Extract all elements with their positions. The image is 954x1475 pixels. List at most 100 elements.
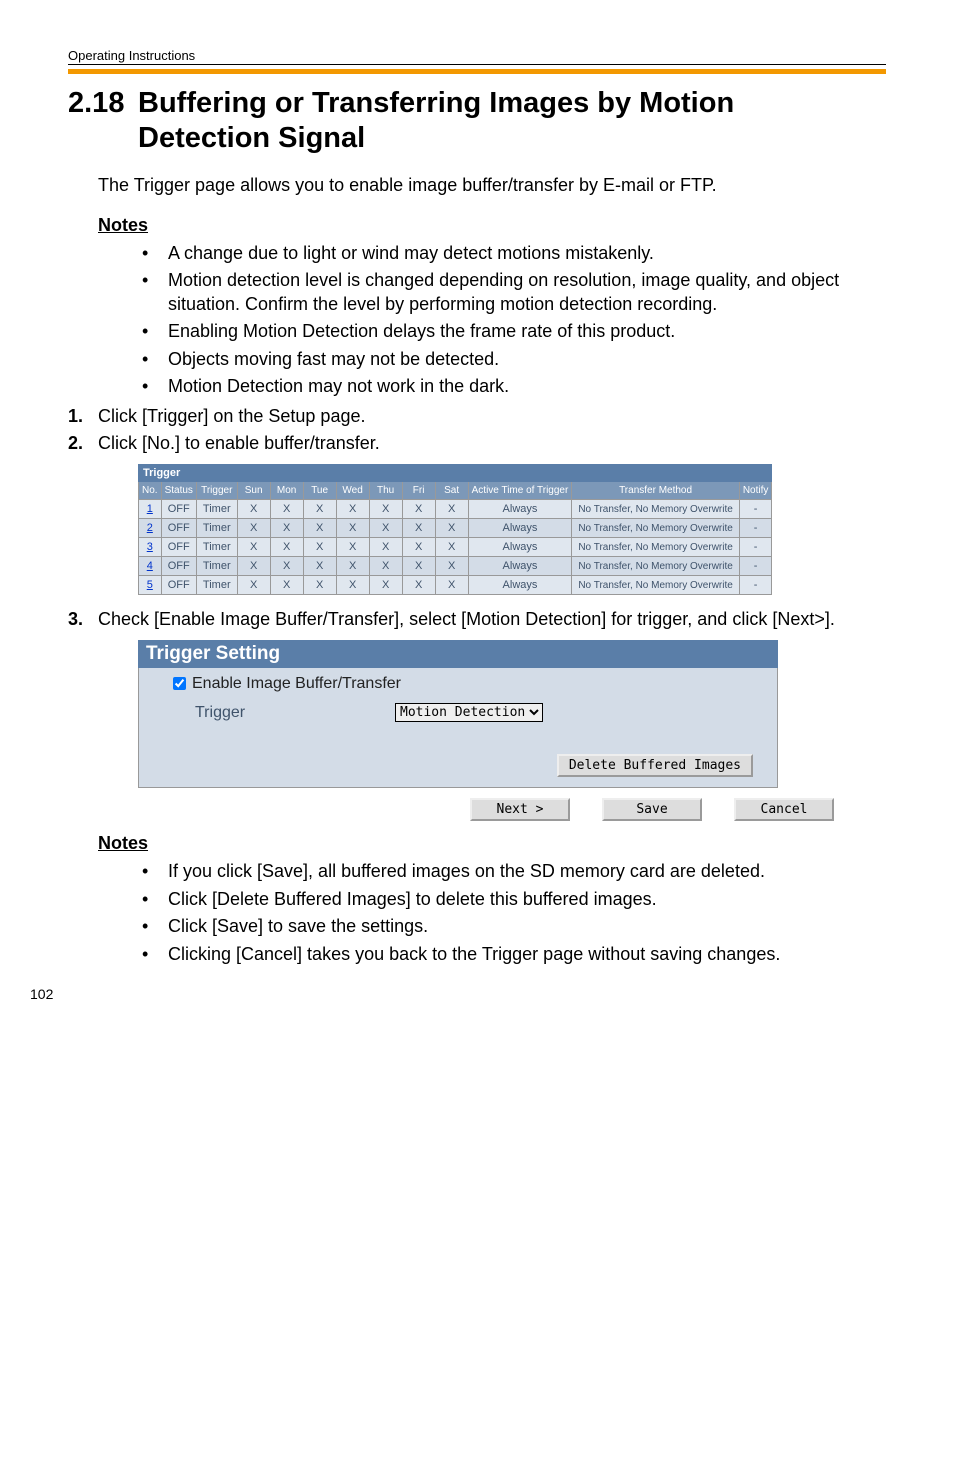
table-row: 3OFFTimerXXXXXXXAlwaysNo Transfer, No Me…: [139, 538, 772, 557]
trigger-no-link[interactable]: 4: [147, 560, 153, 572]
trigger-no-link[interactable]: 3: [147, 541, 153, 553]
step-text: Click [Trigger] on the Setup page.: [98, 406, 365, 426]
note-item: If you click [Save], all buffered images…: [168, 860, 886, 883]
cell: -: [739, 519, 772, 538]
cell: Always: [468, 576, 572, 595]
cell: X: [237, 500, 270, 519]
table-row: 1OFFTimerXXXXXXXAlwaysNo Transfer, No Me…: [139, 500, 772, 519]
note-item: Click [Save] to save the settings.: [168, 915, 886, 938]
delete-buffered-button[interactable]: Delete Buffered Images: [557, 754, 753, 777]
cell: X: [336, 538, 369, 557]
cell: OFF: [161, 519, 196, 538]
cell: X: [369, 519, 402, 538]
cell: OFF: [161, 576, 196, 595]
cell: X: [336, 557, 369, 576]
table-row: 4OFFTimerXXXXXXXAlwaysNo Transfer, No Me…: [139, 557, 772, 576]
trigger-no-link[interactable]: 1: [147, 503, 153, 515]
cell: X: [402, 576, 435, 595]
cell: X: [270, 519, 303, 538]
next-button[interactable]: Next >: [470, 798, 570, 821]
page-number: 102: [30, 986, 53, 1002]
cell: X: [402, 519, 435, 538]
cell: 5: [139, 576, 162, 595]
cell: X: [270, 557, 303, 576]
cell: No Transfer, No Memory Overwrite: [572, 519, 739, 538]
cell: X: [270, 500, 303, 519]
cell: X: [402, 500, 435, 519]
note-item: Objects moving fast may not be detected.: [168, 348, 886, 371]
cell: X: [369, 557, 402, 576]
cell: Always: [468, 557, 572, 576]
note-item: Click [Delete Buffered Images] to delete…: [168, 888, 886, 911]
panel-title: Trigger Setting: [138, 640, 778, 668]
table-row: 2OFFTimerXXXXXXXAlwaysNo Transfer, No Me…: [139, 519, 772, 538]
cell: No Transfer, No Memory Overwrite: [572, 557, 739, 576]
cell: X: [402, 538, 435, 557]
note-item: Motion Detection may not work in the dar…: [168, 375, 886, 398]
column-header: Mon: [270, 482, 303, 500]
trigger-table-screenshot: TriggerNo.StatusTriggerSunMonTueWedThuFr…: [138, 464, 886, 595]
notes-heading-1: Notes: [98, 215, 886, 236]
trigger-table-title: Trigger: [139, 465, 772, 482]
section-number: 2.18: [68, 86, 138, 121]
cell: X: [237, 557, 270, 576]
cell: X: [402, 557, 435, 576]
column-header: Fri: [402, 482, 435, 500]
trigger-label: Trigger: [195, 704, 395, 722]
note-item: Enabling Motion Detection delays the fra…: [168, 320, 886, 343]
cell: 1: [139, 500, 162, 519]
cell: Always: [468, 500, 572, 519]
cell: X: [270, 538, 303, 557]
cell: Always: [468, 538, 572, 557]
cell: X: [435, 519, 468, 538]
column-header: Thu: [369, 482, 402, 500]
step-number: 1.: [68, 406, 98, 427]
table-row: 5OFFTimerXXXXXXXAlwaysNo Transfer, No Me…: [139, 576, 772, 595]
divider: [68, 69, 886, 74]
cell: X: [237, 538, 270, 557]
notes-list-2: If you click [Save], all buffered images…: [128, 860, 886, 966]
step-2: 2.Click [No.] to enable buffer/transfer.: [68, 433, 886, 454]
step-text: Click [No.] to enable buffer/transfer.: [98, 433, 380, 453]
column-header: Wed: [336, 482, 369, 500]
cell: X: [270, 576, 303, 595]
cell: Timer: [196, 557, 237, 576]
cell: X: [369, 538, 402, 557]
step-3: 3.Check [Enable Image Buffer/Transfer], …: [68, 609, 886, 630]
column-header: Tue: [303, 482, 336, 500]
step-text: Check [Enable Image Buffer/Transfer], se…: [98, 609, 835, 629]
note-item: Clicking [Cancel] takes you back to the …: [168, 943, 886, 966]
cell: 3: [139, 538, 162, 557]
column-header: Notify: [739, 482, 772, 500]
column-header: Trigger: [196, 482, 237, 500]
cell: 4: [139, 557, 162, 576]
cell: OFF: [161, 538, 196, 557]
cell: Timer: [196, 500, 237, 519]
section-title-text: Buffering or Transferring Images by Moti…: [138, 86, 858, 156]
cell: Timer: [196, 576, 237, 595]
notes-list-1: A change due to light or wind may detect…: [128, 242, 886, 398]
cell: X: [303, 576, 336, 595]
trigger-no-link[interactable]: 2: [147, 522, 153, 534]
trigger-no-link[interactable]: 5: [147, 579, 153, 591]
cell: X: [237, 519, 270, 538]
step-number: 2.: [68, 433, 98, 454]
enable-buffer-checkbox[interactable]: [173, 677, 186, 690]
cell: Timer: [196, 519, 237, 538]
page-header: Operating Instructions: [68, 48, 886, 65]
column-header: Transfer Method: [572, 482, 739, 500]
cell: X: [369, 576, 402, 595]
cell: OFF: [161, 500, 196, 519]
note-item: A change due to light or wind may detect…: [168, 242, 886, 265]
step-number: 3.: [68, 609, 98, 630]
column-header: Sat: [435, 482, 468, 500]
trigger-select[interactable]: Motion Detection: [395, 703, 543, 722]
column-header: Status: [161, 482, 196, 500]
section-title: 2.18Buffering or Transferring Images by …: [68, 86, 886, 156]
cell: -: [739, 576, 772, 595]
cell: X: [435, 538, 468, 557]
column-header: Active Time of Trigger: [468, 482, 572, 500]
save-button[interactable]: Save: [602, 798, 702, 821]
cell: X: [303, 557, 336, 576]
cancel-button[interactable]: Cancel: [734, 798, 834, 821]
